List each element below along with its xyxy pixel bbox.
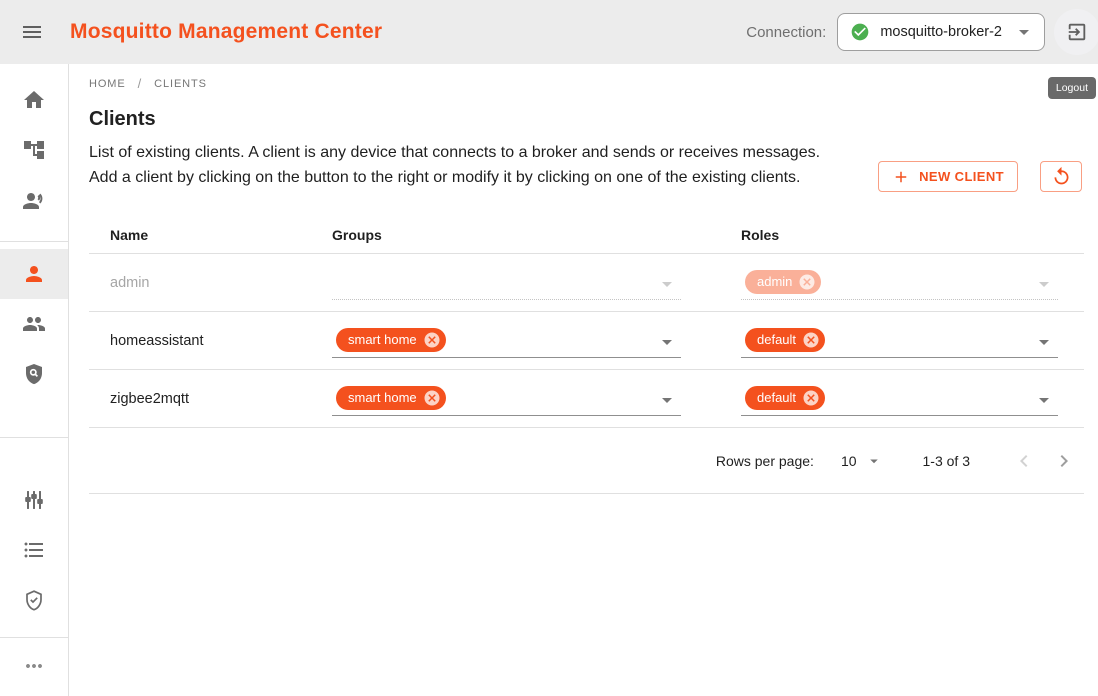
sidebar-divider: [0, 437, 68, 438]
home-icon: [22, 88, 46, 112]
pagination-range: 1-3 of 3: [923, 453, 970, 469]
connection-value: mosquitto-broker-2: [880, 24, 1002, 40]
groups-icon: [22, 312, 46, 336]
chevron-down-icon: [1032, 330, 1056, 354]
sidebar-item-more[interactable]: [0, 641, 68, 691]
column-header-name: Name: [89, 227, 332, 243]
security-icon: [22, 588, 46, 612]
page-description: List of existing clients. A client is an…: [89, 140, 831, 191]
chip-remove-icon[interactable]: [798, 273, 816, 291]
menu-icon: [20, 20, 44, 44]
sidebar-item-clients[interactable]: [0, 249, 68, 299]
chip-remove-icon[interactable]: [802, 389, 820, 407]
chevron-down-icon: [1012, 20, 1036, 44]
breadcrumb-home-link[interactable]: HOME: [89, 78, 126, 90]
app-title: Mosquitto Management Center: [70, 20, 382, 44]
sidebar-item-client-connections[interactable]: [0, 175, 68, 225]
chevron-down-icon: [865, 452, 883, 470]
chip-remove-icon[interactable]: [802, 331, 820, 349]
roles-select[interactable]: admin: [741, 266, 1058, 300]
sidebar-item-roles[interactable]: [0, 349, 68, 399]
rows-per-page-label: Rows per page:: [716, 453, 814, 469]
plus-icon: [892, 168, 910, 186]
client-name: admin: [89, 275, 332, 291]
roles-select[interactable]: default: [741, 324, 1058, 358]
table-row-homeassistant[interactable]: homeassistant smart home default: [89, 312, 1084, 370]
sidebar-item-home[interactable]: [0, 75, 68, 125]
new-client-button[interactable]: NEW CLIENT: [878, 161, 1018, 192]
next-page-button[interactable]: [1044, 441, 1084, 481]
chevron-left-icon: [1012, 449, 1036, 473]
app-bar: Mosquitto Management Center Connection: …: [0, 0, 1098, 64]
chevron-down-icon: [655, 272, 679, 296]
role-chip[interactable]: default: [745, 328, 825, 352]
refresh-icon: [1051, 166, 1072, 187]
connection-select[interactable]: mosquitto-broker-2: [837, 13, 1045, 51]
groups-select[interactable]: [332, 266, 681, 300]
roles-select[interactable]: default: [741, 382, 1058, 416]
sidebar-divider: [0, 241, 68, 242]
topology-icon: [22, 138, 46, 162]
client-name: zigbee2mqtt: [89, 391, 332, 407]
client-name: homeassistant: [89, 333, 332, 349]
refresh-button[interactable]: [1040, 161, 1082, 192]
menu-button[interactable]: [16, 16, 48, 48]
sidebar-item-groups[interactable]: [0, 299, 68, 349]
clients-table: Name Groups Roles admin admin: [89, 216, 1084, 494]
groups-select[interactable]: smart home: [332, 324, 681, 358]
settings-icon: [22, 488, 46, 512]
sidebar-item-security[interactable]: [0, 575, 68, 625]
logout-tooltip: Logout: [1048, 77, 1096, 99]
chevron-down-icon: [655, 330, 679, 354]
rows-per-page-select[interactable]: 10: [841, 452, 883, 470]
logout-button[interactable]: [1054, 9, 1098, 55]
breadcrumb-current: CLIENTS: [154, 78, 207, 90]
chevron-down-icon: [655, 388, 679, 412]
table-header-row: Name Groups Roles: [89, 216, 1084, 254]
connection-status-icon: [850, 22, 870, 42]
main-content: HOME / CLIENTS Clients List of existing …: [69, 64, 1098, 696]
role-chip[interactable]: admin: [745, 270, 821, 294]
roles-icon: [22, 362, 46, 386]
sidebar-item-streams[interactable]: [0, 525, 68, 575]
breadcrumb: HOME / CLIENTS: [89, 76, 1083, 91]
table-row-zigbee2mqtt[interactable]: zigbee2mqtt smart home default: [89, 370, 1084, 428]
group-chip[interactable]: smart home: [336, 328, 446, 352]
sidebar-item-settings[interactable]: [0, 475, 68, 525]
breadcrumb-separator: /: [138, 76, 143, 91]
page-title: Clients: [89, 108, 1083, 131]
table-row-admin[interactable]: admin admin: [89, 254, 1084, 312]
streams-icon: [22, 538, 46, 562]
role-chip[interactable]: default: [745, 386, 825, 410]
column-header-groups: Groups: [332, 227, 741, 243]
connection-label: Connection:: [746, 24, 826, 41]
chevron-down-icon: [1032, 272, 1056, 296]
sidebar-item-topology[interactable]: [0, 125, 68, 175]
sidebar-divider: [0, 637, 68, 638]
column-header-roles: Roles: [741, 227, 1084, 243]
sidebar: [0, 64, 69, 696]
groups-select[interactable]: smart home: [332, 382, 681, 416]
chip-remove-icon[interactable]: [423, 389, 441, 407]
client-connections-icon: [22, 188, 46, 212]
clients-icon: [22, 262, 46, 286]
chip-remove-icon[interactable]: [423, 331, 441, 349]
more-icon: [22, 654, 46, 678]
chevron-right-icon: [1052, 449, 1076, 473]
table-pagination: Rows per page: 10 1-3 of 3: [89, 428, 1084, 494]
rows-per-page-value: 10: [841, 453, 857, 469]
previous-page-button[interactable]: [1004, 441, 1044, 481]
group-chip[interactable]: smart home: [336, 386, 446, 410]
chevron-down-icon: [1032, 388, 1056, 412]
logout-icon: [1066, 21, 1088, 43]
